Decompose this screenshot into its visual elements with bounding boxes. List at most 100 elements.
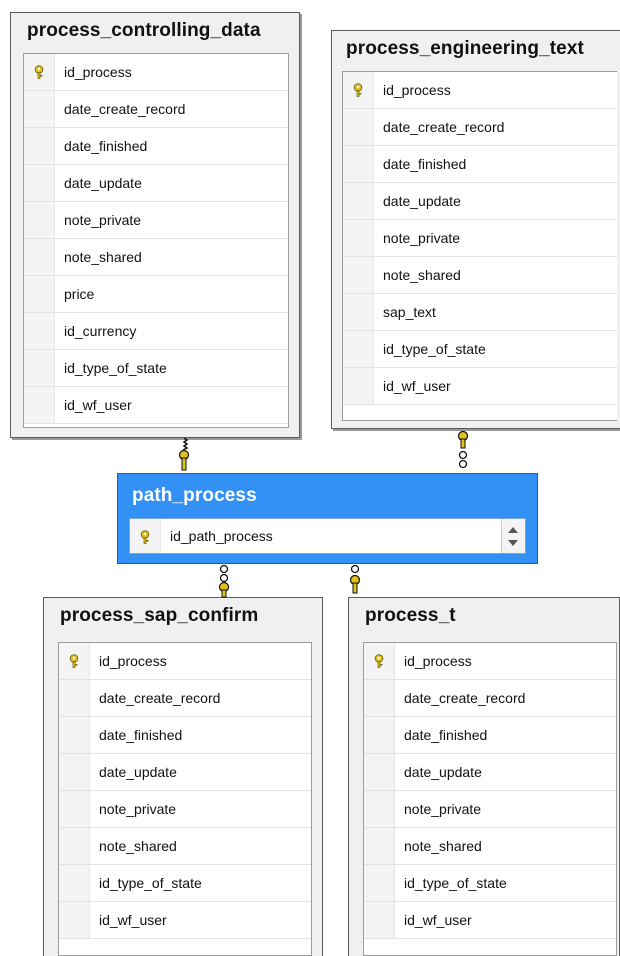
row-selector[interactable] bbox=[24, 387, 55, 423]
column-row[interactable]: note_shared bbox=[343, 257, 617, 294]
row-selector[interactable] bbox=[343, 368, 374, 404]
column-name: id_process bbox=[404, 653, 472, 669]
column-list[interactable]: id_process date_create_record date_finishe… bbox=[23, 53, 289, 428]
row-selector[interactable] bbox=[59, 754, 90, 790]
row-selector[interactable] bbox=[59, 791, 90, 827]
column-row[interactable]: id_type_of_state bbox=[59, 865, 311, 902]
column-row[interactable]: date_update bbox=[24, 165, 288, 202]
column-row[interactable]: id_process bbox=[364, 643, 616, 680]
column-name: id_wf_user bbox=[404, 912, 472, 928]
relationship-connector-icon bbox=[182, 438, 189, 451]
table-process-sap-confirm[interactable]: process_sap_confirm id_process date_creat… bbox=[43, 597, 323, 956]
row-selector[interactable] bbox=[59, 717, 90, 753]
relationship-connector-controlling[interactable] bbox=[175, 438, 195, 474]
row-selector[interactable] bbox=[343, 146, 374, 182]
column-row[interactable]: note_private bbox=[343, 220, 617, 257]
column-row[interactable]: note_shared bbox=[24, 239, 288, 276]
row-selector[interactable] bbox=[59, 828, 90, 864]
column-row[interactable]: date_update bbox=[59, 754, 311, 791]
column-list[interactable]: id_process date_create_record date_finishe… bbox=[363, 642, 617, 956]
column-list[interactable]: id_process date_create_record date_finishe… bbox=[58, 642, 312, 956]
key-icon bbox=[68, 654, 80, 668]
column-list-scrollbar[interactable] bbox=[501, 519, 525, 553]
row-selector[interactable] bbox=[59, 865, 90, 901]
row-selector[interactable] bbox=[364, 902, 395, 938]
column-name: date_update bbox=[64, 175, 142, 191]
column-row[interactable]: date_finished bbox=[364, 717, 616, 754]
column-row[interactable]: id_process bbox=[24, 54, 288, 91]
table-title: process_t bbox=[365, 605, 456, 626]
column-name: note_private bbox=[383, 230, 461, 246]
column-row[interactable]: note_private bbox=[24, 202, 288, 239]
relationship-connector-engineering[interactable] bbox=[454, 429, 474, 473]
column-name: date_finished bbox=[383, 156, 467, 172]
row-selector[interactable] bbox=[24, 276, 55, 312]
row-selector[interactable] bbox=[364, 865, 395, 901]
column-row[interactable]: id_process bbox=[343, 72, 617, 109]
table-title: path_process bbox=[132, 485, 257, 506]
row-selector[interactable] bbox=[59, 902, 90, 938]
row-selector[interactable] bbox=[364, 680, 395, 716]
row-selector[interactable] bbox=[343, 331, 374, 367]
column-row[interactable]: id_process bbox=[59, 643, 311, 680]
row-selector[interactable] bbox=[24, 91, 55, 127]
column-row[interactable]: date_finished bbox=[24, 128, 288, 165]
row-selector[interactable] bbox=[364, 791, 395, 827]
row-selector[interactable] bbox=[59, 680, 90, 716]
column-row[interactable]: id_type_of_state bbox=[24, 350, 288, 387]
column-row[interactable]: id_wf_user bbox=[343, 368, 617, 405]
row-selector[interactable] bbox=[24, 165, 55, 201]
table-process-engineering-text[interactable]: process_engineering_text id_process date_… bbox=[331, 30, 620, 429]
column-row[interactable]: id_type_of_state bbox=[343, 331, 617, 368]
row-selector[interactable] bbox=[343, 257, 374, 293]
row-selector[interactable] bbox=[343, 294, 374, 330]
column-row[interactable]: date_create_record bbox=[364, 680, 616, 717]
row-selector[interactable] bbox=[343, 109, 374, 145]
column-list[interactable]: id_path_process bbox=[129, 518, 526, 554]
column-row[interactable]: date_finished bbox=[59, 717, 311, 754]
column-row[interactable]: date_create_record bbox=[59, 680, 311, 717]
column-row[interactable]: date_create_record bbox=[343, 109, 617, 146]
column-name: date_create_record bbox=[64, 101, 186, 117]
column-row[interactable]: id_currency bbox=[24, 313, 288, 350]
scroll-up-arrow-icon[interactable] bbox=[508, 527, 518, 533]
column-row[interactable]: id_path_process bbox=[130, 519, 525, 553]
column-row[interactable]: note_private bbox=[364, 791, 616, 828]
scroll-down-arrow-icon[interactable] bbox=[508, 540, 518, 546]
row-selector[interactable] bbox=[24, 202, 55, 238]
row-selector[interactable] bbox=[343, 183, 374, 219]
row-selector[interactable] bbox=[343, 220, 374, 256]
column-name: id_process bbox=[64, 64, 132, 80]
table-path-process[interactable]: path_process id_path_process bbox=[117, 473, 538, 564]
row-selector[interactable] bbox=[364, 717, 395, 753]
column-row[interactable]: date_create_record bbox=[24, 91, 288, 128]
column-name: id_wf_user bbox=[64, 397, 132, 413]
table-process-t[interactable]: process_t id_process date_create_record da… bbox=[348, 597, 620, 956]
row-selector[interactable] bbox=[24, 128, 55, 164]
column-name: note_private bbox=[99, 801, 177, 817]
column-list[interactable]: id_process date_create_record date_finishe… bbox=[342, 71, 617, 421]
column-name: id_process bbox=[383, 82, 451, 98]
column-row[interactable]: date_update bbox=[343, 183, 617, 220]
row-selector[interactable] bbox=[24, 350, 55, 386]
row-selector[interactable] bbox=[364, 754, 395, 790]
column-row[interactable]: id_type_of_state bbox=[364, 865, 616, 902]
column-row[interactable]: note_private bbox=[59, 791, 311, 828]
row-selector[interactable] bbox=[24, 313, 55, 349]
column-row[interactable]: date_update bbox=[364, 754, 616, 791]
row-selector[interactable] bbox=[24, 239, 55, 275]
column-row[interactable]: id_wf_user bbox=[364, 902, 616, 939]
relationship-connector-process-t[interactable] bbox=[346, 564, 366, 598]
column-row[interactable]: date_finished bbox=[343, 146, 617, 183]
relationship-connector-sap-confirm[interactable] bbox=[215, 564, 235, 598]
column-row[interactable]: note_shared bbox=[59, 828, 311, 865]
table-process-controlling-data[interactable]: process_controlling_data id_process date_… bbox=[10, 12, 300, 438]
table-title: process_sap_confirm bbox=[60, 605, 259, 626]
column-row[interactable]: id_wf_user bbox=[59, 902, 311, 939]
column-row[interactable]: note_shared bbox=[364, 828, 616, 865]
column-row[interactable]: price bbox=[24, 276, 288, 313]
column-name: id_type_of_state bbox=[404, 875, 507, 891]
column-row[interactable]: id_wf_user bbox=[24, 387, 288, 424]
column-row[interactable]: sap_text bbox=[343, 294, 617, 331]
row-selector[interactable] bbox=[364, 828, 395, 864]
